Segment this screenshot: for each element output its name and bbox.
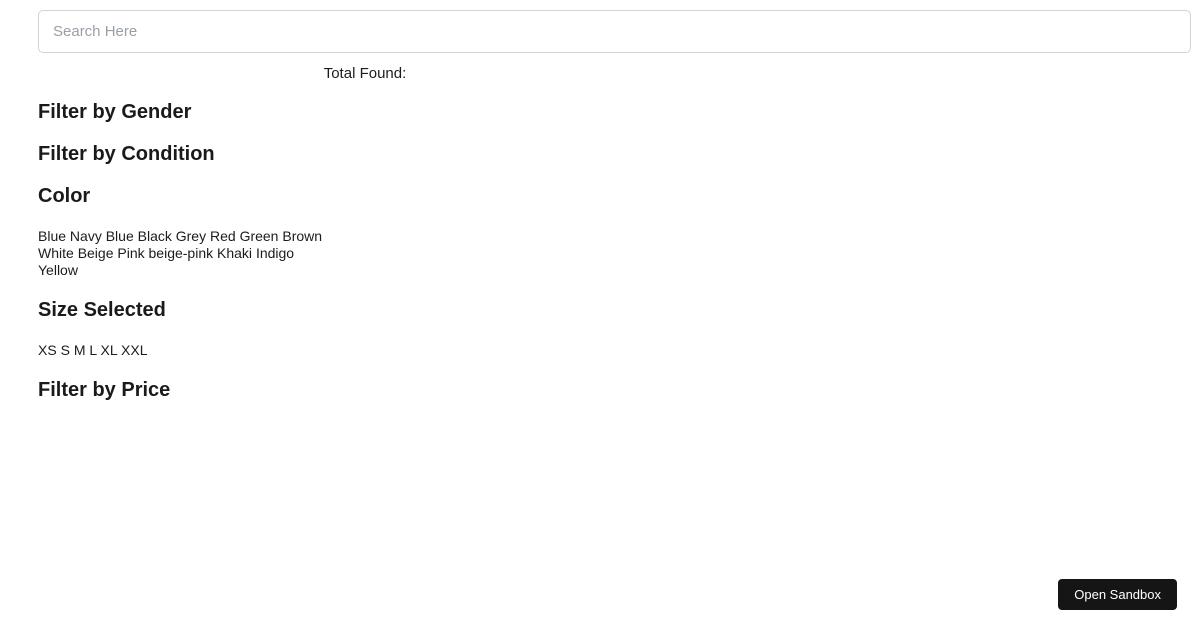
size-option[interactable]: XXL [121,342,147,358]
size-option[interactable]: XS [38,342,57,358]
total-found-text: Total Found: [323,65,407,82]
color-option[interactable]: Beige [78,245,114,261]
search-input[interactable] [38,10,1191,53]
size-option[interactable]: XL [101,342,118,358]
filter-by-condition-heading: Filter by Condition [38,143,215,165]
color-option[interactable]: Pink [117,245,144,261]
color-option[interactable]: Green [240,228,279,244]
size-option[interactable]: S [61,342,70,358]
size-selected-heading: Size Selected [38,299,166,321]
filter-by-gender-heading: Filter by Gender [38,101,192,123]
filter-by-price-heading: Filter by Price [38,379,171,401]
color-option[interactable]: White [38,245,74,261]
color-heading: Color [38,185,91,207]
color-option[interactable]: Indigo [256,245,294,261]
color-option[interactable]: Yellow [38,262,78,278]
size-options-list: XS S M L XL XXL [38,342,323,359]
color-option[interactable]: Khaki [217,245,252,261]
size-option[interactable]: M [74,342,86,358]
color-option[interactable]: Grey [176,228,206,244]
color-option[interactable]: Red [210,228,236,244]
size-option[interactable]: L [89,342,96,358]
color-options-list: Blue Navy Blue Black Grey Red Green Brow… [38,228,323,279]
color-option[interactable]: Blue [38,228,66,244]
search-bar-container [0,0,1200,53]
open-sandbox-button[interactable]: Open Sandbox [1058,579,1177,610]
color-option[interactable]: Brown [282,228,322,244]
color-option[interactable]: Black [138,228,172,244]
color-option[interactable]: Navy Blue [70,228,134,244]
filters-panel: Filter by Gender Filter by Condition Col… [38,102,323,401]
color-option[interactable]: beige-pink [149,245,214,261]
page: Total Found: Filter by Gender Filter by … [0,0,1200,630]
total-found-label: Total Found: [0,66,730,81]
